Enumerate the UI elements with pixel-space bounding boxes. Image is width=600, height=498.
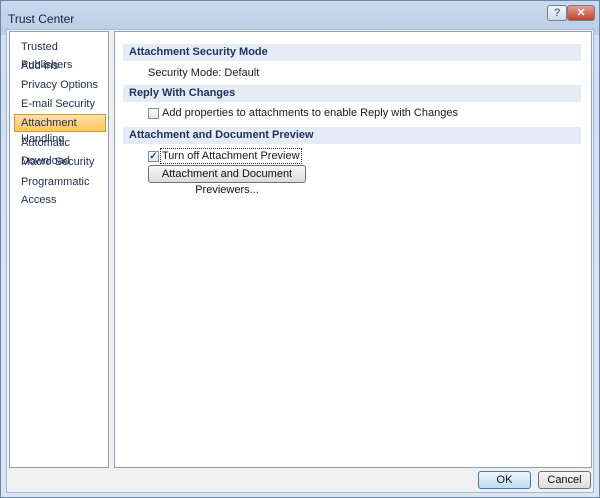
sidebar-item-macro-security[interactable]: Macro Security (14, 153, 106, 171)
security-mode-text: Security Mode: Default (148, 67, 260, 79)
sidebar-item-email-security[interactable]: E-mail Security (14, 95, 106, 113)
sidebar-item-automatic-download[interactable]: Automatic Download (14, 134, 106, 167)
cancel-button[interactable]: Cancel (538, 471, 591, 489)
window-title: Trust Center (8, 12, 75, 26)
settings-panel: Attachment Security Mode Security Mode: … (114, 31, 592, 468)
sidebar-item-programmatic-access[interactable]: Programmatic Access (14, 173, 106, 206)
trust-center-window: Trust Center ? ✕ Trusted Publishers Add-… (0, 0, 600, 498)
sidebar-item-trusted-publishers[interactable]: Trusted Publishers (14, 38, 106, 71)
close-button[interactable]: ✕ (567, 5, 595, 21)
reply-with-changes-label[interactable]: Add properties to attachments to enable … (162, 107, 458, 119)
section-header-attachment-security-mode: Attachment Security Mode (123, 44, 581, 61)
section-header-reply-with-changes: Reply With Changes (123, 85, 581, 102)
sidebar-item-attachment-handling[interactable]: Attachment Handling (14, 114, 106, 145)
reply-with-changes-checkbox[interactable] (148, 108, 159, 119)
turn-off-preview-label[interactable]: Turn off Attachment Preview (160, 148, 302, 164)
section-header-attachment-document-preview: Attachment and Document Preview (123, 127, 581, 144)
sidebar-item-add-ins[interactable]: Add-ins (14, 57, 106, 75)
turn-off-preview-checkbox[interactable]: ✓ (148, 151, 159, 162)
help-button[interactable]: ? (547, 5, 567, 21)
ok-button[interactable]: OK (478, 471, 531, 489)
sidebar-item-privacy-options[interactable]: Privacy Options (14, 76, 106, 94)
previewers-button[interactable]: Attachment and Document Previewers... (148, 165, 306, 196)
sidebar: Trusted Publishers Add-ins Privacy Optio… (9, 31, 109, 468)
